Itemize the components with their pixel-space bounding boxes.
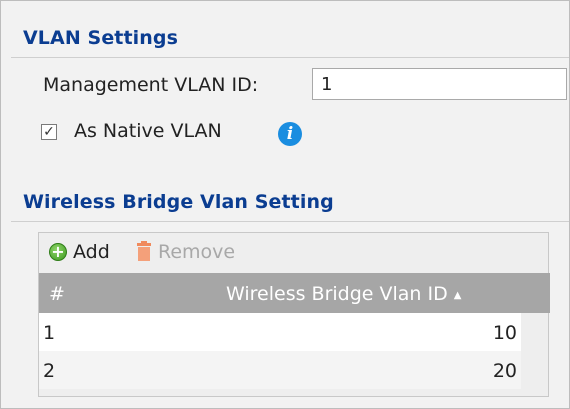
table-row[interactable]: 1 10: [39, 313, 521, 351]
native-vlan-checkbox[interactable]: ✓: [41, 124, 57, 140]
bridge-vlan-table-panel: + Add Remove # Wireless Bridge Vlan ID ▲ …: [38, 232, 550, 397]
checkmark-icon: ✓: [43, 124, 55, 140]
wireless-bridge-title: Wireless Bridge Vlan Setting: [23, 191, 334, 213]
management-vlan-input[interactable]: [312, 68, 567, 100]
section-divider: [11, 221, 569, 222]
row-number: 2: [43, 360, 56, 382]
add-button[interactable]: + Add: [49, 241, 110, 263]
info-icon[interactable]: i: [278, 122, 302, 146]
remove-button[interactable]: Remove: [136, 241, 235, 263]
section-divider: [11, 57, 569, 58]
column-header-vlan-id-label: Wireless Bridge Vlan ID: [226, 283, 448, 305]
add-circle-icon: +: [49, 243, 67, 261]
settings-panel: VLAN Settings Management VLAN ID: ✓ As N…: [0, 0, 570, 409]
row-vlan-id: 20: [492, 360, 517, 382]
sort-ascending-icon: ▲: [453, 290, 462, 301]
vlan-settings-title: VLAN Settings: [23, 27, 179, 49]
row-number: 1: [43, 322, 56, 344]
management-vlan-label: Management VLAN ID:: [43, 74, 259, 96]
table-header: # Wireless Bridge Vlan ID ▲: [39, 273, 550, 313]
add-button-label: Add: [73, 241, 110, 263]
table-row[interactable]: 2 20: [39, 351, 521, 389]
column-header-vlan-id[interactable]: Wireless Bridge Vlan ID ▲: [226, 283, 461, 305]
trash-icon: [136, 241, 152, 262]
row-vlan-id: 10: [492, 322, 517, 344]
native-vlan-label: As Native VLAN: [74, 120, 222, 142]
column-header-number[interactable]: #: [49, 283, 65, 305]
remove-button-label: Remove: [158, 241, 236, 263]
